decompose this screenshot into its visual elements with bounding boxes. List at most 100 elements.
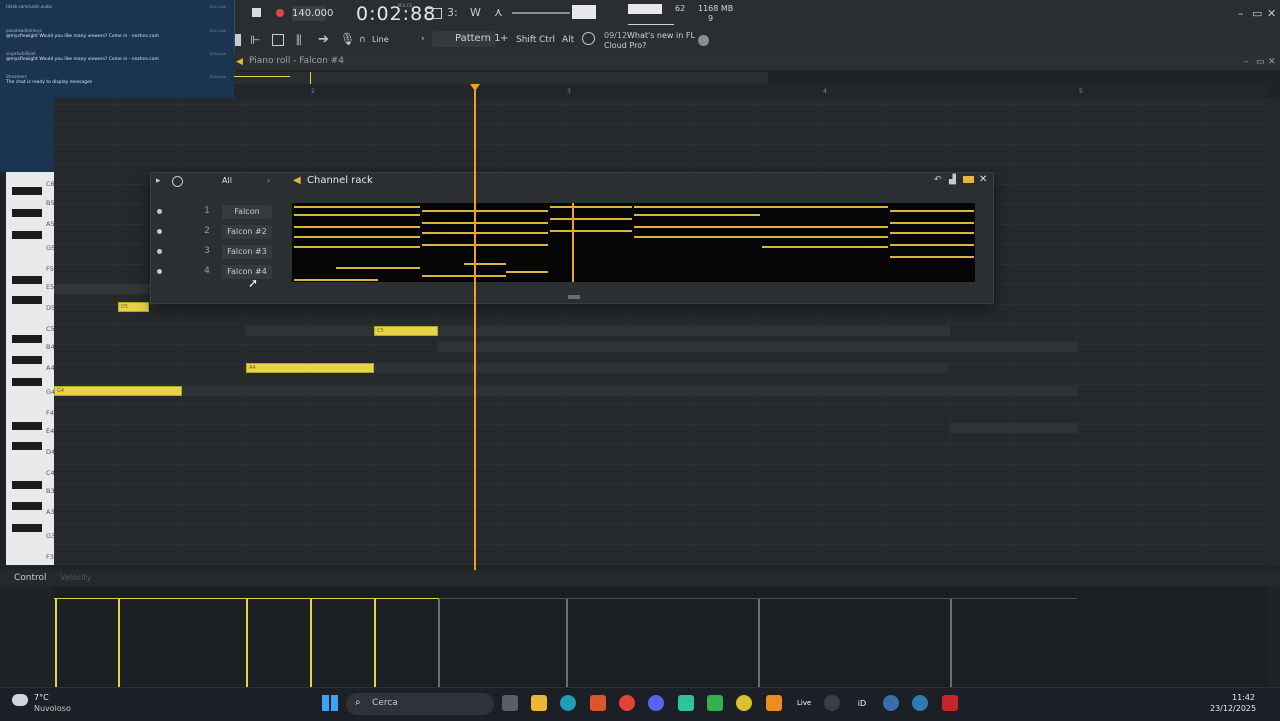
record-button[interactable] [276,9,284,17]
note[interactable]: D5 [118,302,149,312]
avid-icon[interactable] [824,695,840,711]
news-text-line2[interactable]: Cloud Pro? [604,41,646,50]
weather-desc[interactable]: Nuvoloso [34,704,71,713]
news-date: 09/12 [604,31,628,40]
headphones-icon[interactable] [883,695,899,711]
velocity-bar[interactable] [758,598,760,687]
pattern-line [890,210,974,212]
id-icon[interactable]: iD [854,695,870,711]
globe-icon[interactable] [698,35,709,46]
note[interactable]: C5 [374,326,438,336]
discord-icon[interactable] [648,695,664,711]
snap-mode-label[interactable]: Line [372,35,389,44]
yellow-app-icon[interactable] [736,695,752,711]
step-icon[interactable]: 3: [447,6,458,19]
channel-name[interactable]: Falcon #3 [222,245,272,259]
velocity-lane[interactable] [54,586,1267,687]
tempo-display[interactable]: 140.000 [292,6,333,21]
velocity-bar[interactable] [438,598,440,687]
key-label: G5 [46,244,56,252]
channel-led[interactable] [157,269,162,274]
pr-maximize-icon[interactable]: ▭ [1256,57,1265,67]
bar-number: 2 [311,88,315,95]
rack-filter-arrow-icon[interactable]: › [267,176,270,185]
taskbar-search[interactable] [346,693,494,715]
velocity-bar[interactable] [246,598,248,687]
metronome-icon[interactable]: ⋏ [494,5,503,19]
vertical-scrollbar[interactable] [1267,98,1280,565]
channel-name[interactable]: Falcon [222,205,272,219]
channel-name[interactable]: Falcon #2 [222,225,272,239]
edge-icon[interactable] [560,695,576,711]
channel-led[interactable] [157,209,162,214]
live-label[interactable]: Live [797,699,811,707]
note[interactable]: A4 [246,363,374,373]
master-volume-slider[interactable] [512,12,570,14]
velocity-bar[interactable] [374,598,376,687]
magnet-icon[interactable]: ∩ [359,35,366,45]
ctrl-button[interactable]: Ctrl [539,35,555,45]
task-view-icon[interactable] [502,695,518,711]
news-icon[interactable] [582,32,595,45]
piano-roll-icon[interactable]: ⊩ [250,33,260,47]
rack-close-icon[interactable]: ✕ [979,174,987,185]
rack-arrow-icon[interactable]: ▸ [156,176,161,186]
weather-temp[interactable]: 7°C [34,693,49,702]
rack-swing-icon[interactable] [172,176,183,187]
fl-studio-icon[interactable] [766,695,782,711]
stop-button[interactable] [252,8,261,17]
close-icon[interactable]: ✕ [1267,7,1276,20]
pattern-line [294,279,378,281]
timeline[interactable] [234,84,1267,98]
red-app-icon[interactable] [942,695,958,711]
channel-name[interactable]: Falcon #4 [222,265,272,279]
mixer-icon[interactable]: ⫼ [296,33,302,48]
pr-minimize-icon[interactable]: – [1244,57,1249,67]
channel-rack-icon[interactable] [272,34,284,46]
minimize-icon[interactable]: – [1238,7,1244,20]
velocity-bar[interactable] [55,598,57,687]
news-text-line1[interactable]: What's new in FL [627,31,695,40]
rack-steps-icon[interactable] [963,176,974,183]
alt-button[interactable]: Alt [562,35,574,45]
app-icon[interactable] [678,695,694,711]
key-labels: C6 B5 A5 G5 F5 E5 D5 C5 B4 A4 G4 F4 E4 D… [6,172,56,565]
piano-roll-overview[interactable] [234,72,768,84]
channel-led[interactable] [157,249,162,254]
pattern-line [550,218,632,220]
microphone-icon[interactable]: 🎙 [340,32,355,46]
velocity-bar[interactable] [310,598,312,687]
clock-time[interactable]: 11:42 [1232,693,1255,702]
add-pattern-icon[interactable]: + [500,33,508,44]
chevron-right-icon[interactable]: › [421,34,425,44]
key-label: C5 [46,325,55,333]
clock-date[interactable]: 23/12/2025 [1210,704,1256,713]
shift-button[interactable]: Shift [516,35,536,45]
headset-icon[interactable] [912,695,928,711]
arrow-right-icon[interactable]: ➔ [318,32,329,47]
note[interactable]: G4 [54,386,182,396]
brave-icon[interactable] [590,695,606,711]
typing-keyboard-icon[interactable]: W [470,6,481,19]
maximize-icon[interactable]: ▭ [1252,7,1262,20]
control-label[interactable]: Control [14,573,47,583]
pr-close-icon[interactable]: ✕ [1268,57,1276,67]
rack-scrollbar[interactable] [568,295,580,299]
velocity-bar[interactable] [118,598,120,687]
chrome-icon[interactable] [619,695,635,711]
control-param[interactable]: Velocity [60,573,91,582]
playlist-icon[interactable] [234,34,241,46]
velocity-bar[interactable] [566,598,568,687]
channel-led[interactable] [157,229,162,234]
rack-undo-icon[interactable]: ↶ [934,175,942,185]
rack-graph-icon[interactable]: ▟ [949,175,956,185]
rack-filter[interactable]: All [222,176,232,185]
chat-time: 12:14 pm [209,75,226,79]
pattern-line [422,210,548,212]
windows-start-icon[interactable] [322,695,338,711]
velocity-bar[interactable] [950,598,952,687]
keyboard-icon[interactable] [426,8,442,19]
weather-icon[interactable] [12,694,28,706]
green-app-icon[interactable] [707,695,723,711]
file-explorer-icon[interactable] [531,695,547,711]
